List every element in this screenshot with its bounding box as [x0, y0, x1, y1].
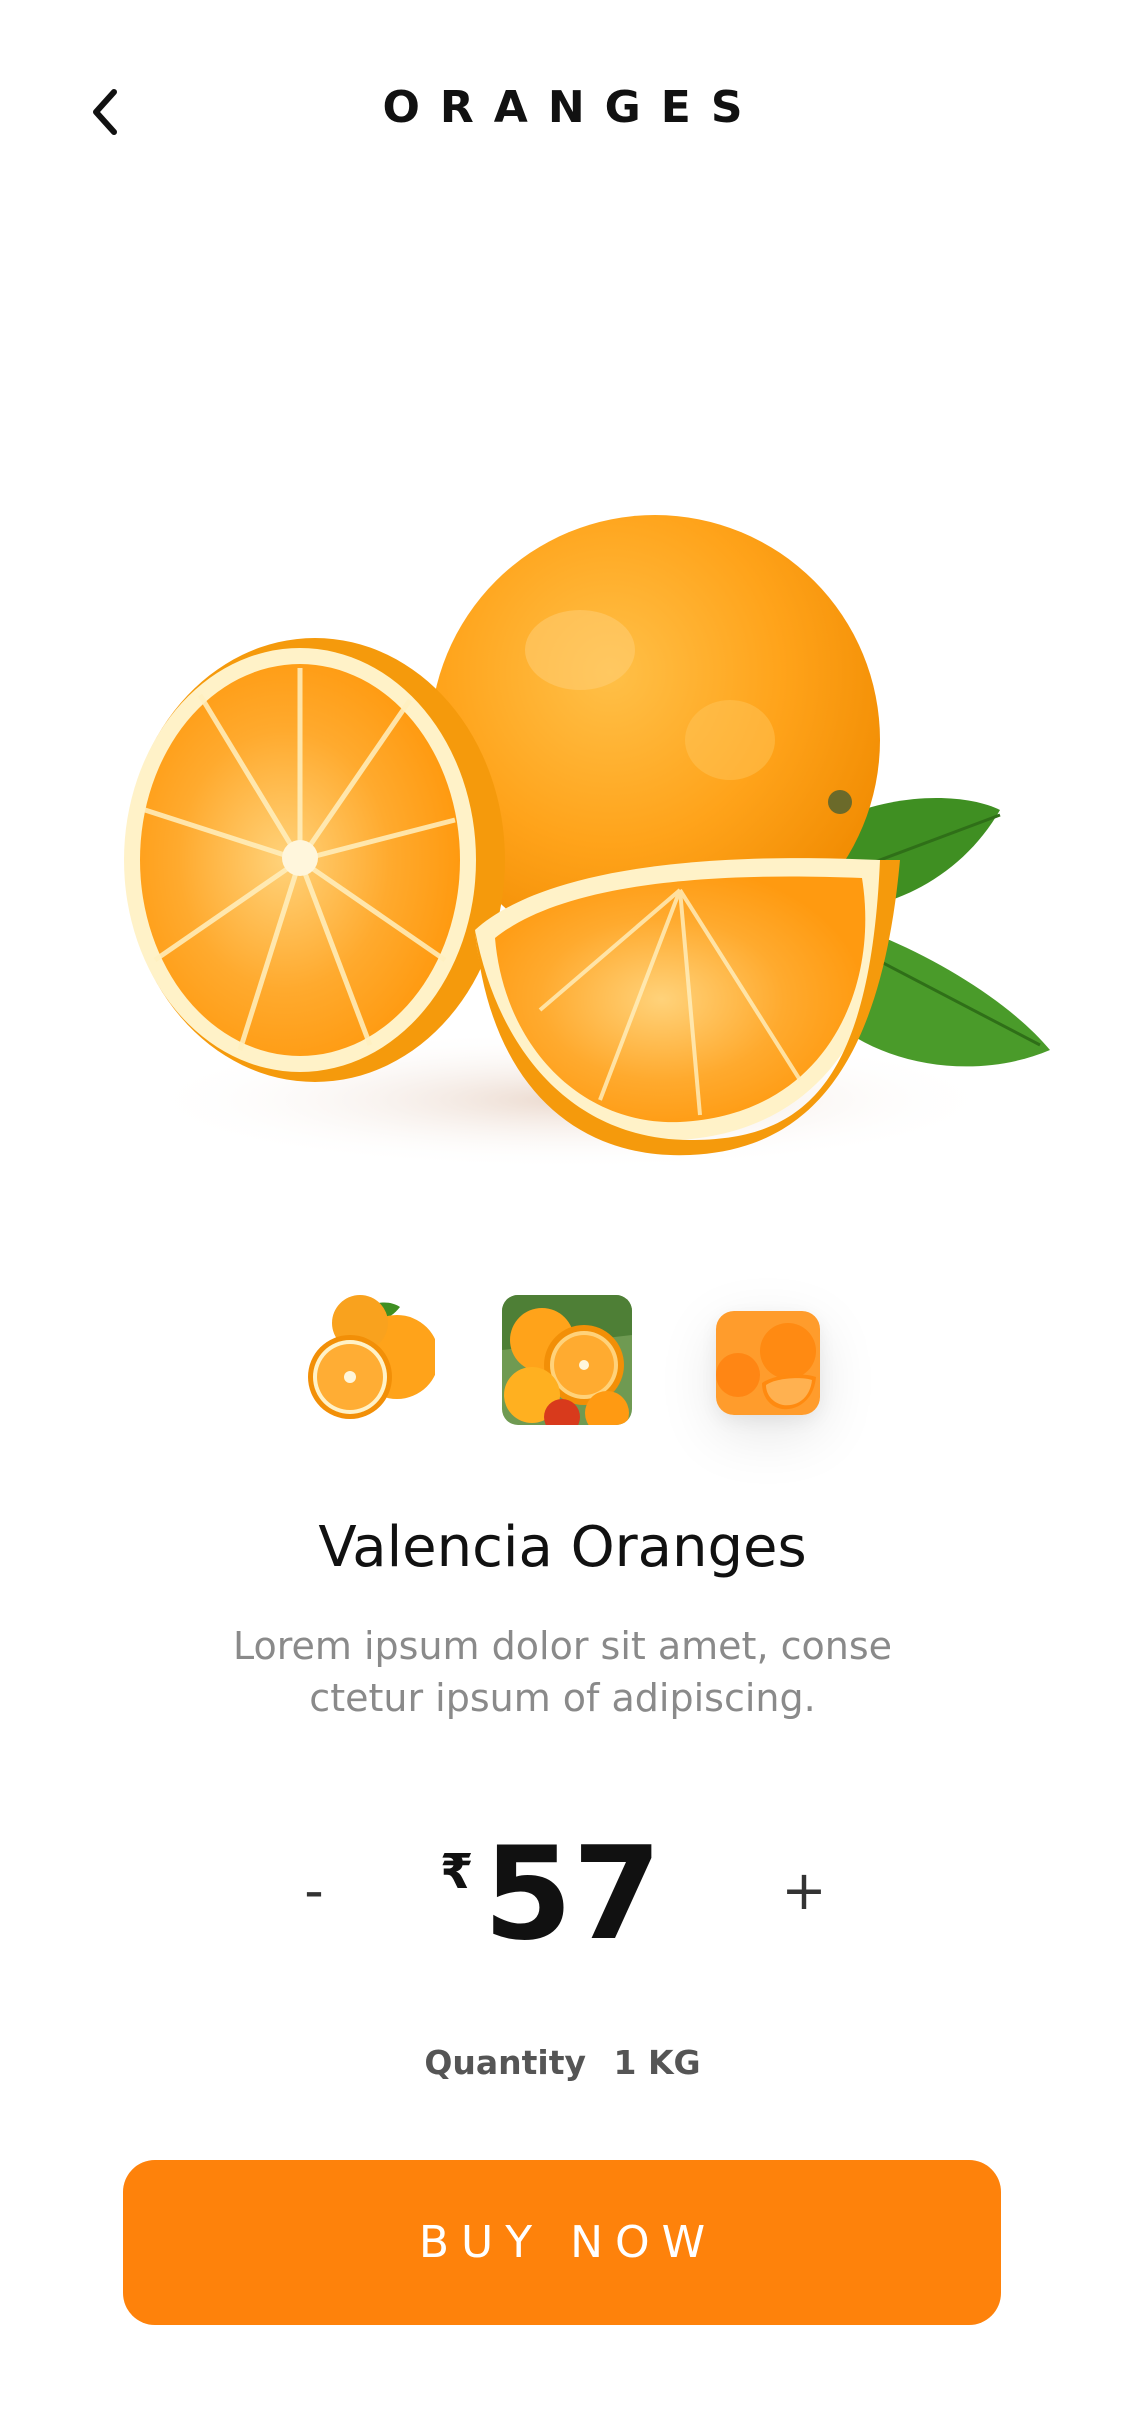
price-amount: 57: [483, 1820, 662, 1969]
product-name: Valencia Oranges: [318, 1515, 807, 1580]
quantity-info: Quantity 1 KG: [0, 2043, 1125, 2082]
quantity-label: Quantity: [424, 2043, 587, 2082]
buy-now-label: BUY NOW: [418, 2217, 718, 2268]
orange-bowl-thumbnail[interactable]: [502, 1295, 632, 1425]
orange-halves-thumbnail[interactable]: [305, 1295, 435, 1425]
header: ORANGES: [0, 0, 1125, 220]
currency-symbol: ₹: [440, 1844, 474, 1900]
buy-now-button[interactable]: BUY NOW: [123, 2160, 1001, 2325]
increase-label: +: [781, 1858, 827, 1922]
price: ₹ 57: [440, 1820, 662, 1970]
decrease-button[interactable]: -: [274, 1850, 354, 1930]
quantity-value: 1 KG: [613, 2043, 701, 2082]
image-thumbnails: [0, 1295, 1125, 1435]
product-description: Lorem ipsum dolor sit amet, conse ctetur…: [232, 1624, 893, 1720]
page-title: ORANGES: [382, 82, 763, 133]
decrease-label: -: [304, 1858, 324, 1922]
product-hero-image: [100, 490, 1050, 1210]
orange-slices-thumbnail[interactable]: [716, 1311, 820, 1415]
increase-button[interactable]: +: [764, 1850, 844, 1930]
